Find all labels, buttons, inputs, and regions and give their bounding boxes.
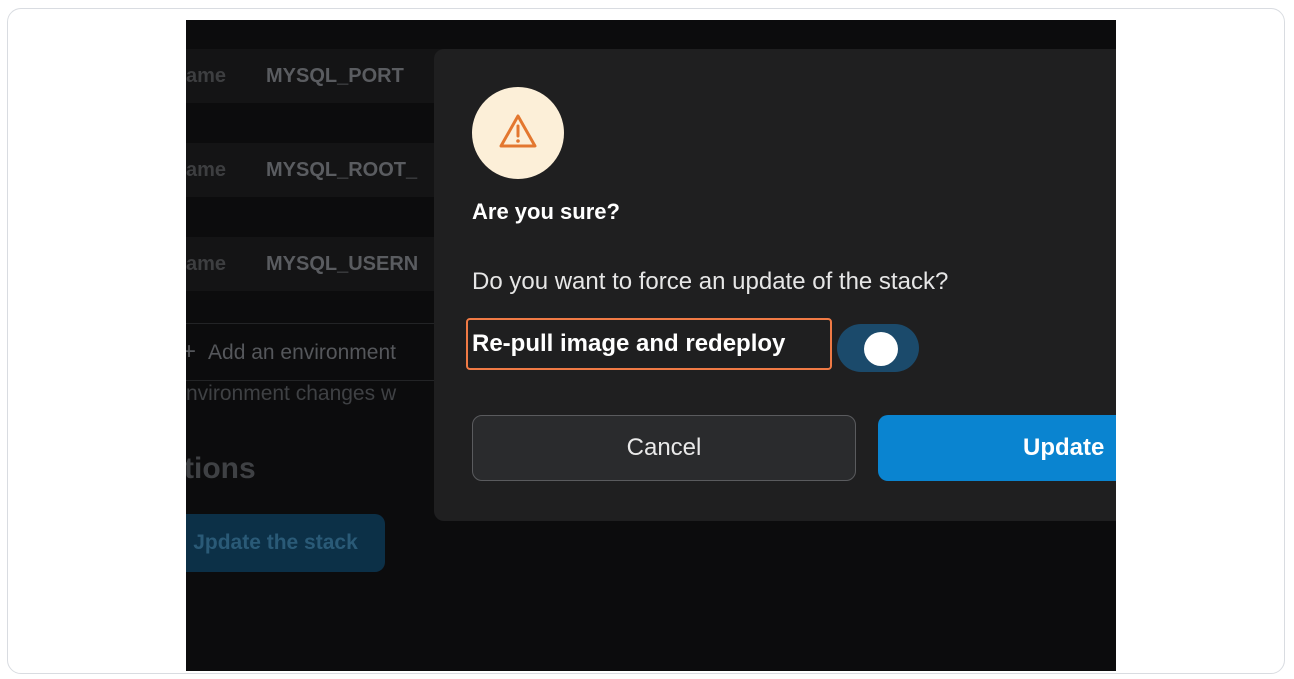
env-value-input[interactable]: MYSQL_USERN <box>244 237 444 291</box>
dialog-message: Do you want to force an update of the st… <box>472 268 949 295</box>
cancel-button[interactable]: Cancel <box>472 415 856 481</box>
confirm-dialog: Are you sure? Do you want to force an up… <box>434 49 1116 521</box>
env-name-input[interactable]: ame <box>186 49 244 103</box>
env-value-input[interactable]: MYSQL_PORT <box>244 49 444 103</box>
plus-icon: + <box>186 338 197 365</box>
toggle-knob <box>864 332 898 366</box>
warning-badge <box>472 87 564 179</box>
env-value-input[interactable]: MYSQL_ROOT_ <box>244 143 444 197</box>
add-environment-button[interactable]: + Add an environment <box>186 323 446 381</box>
env-name-input[interactable]: ame <box>186 143 244 197</box>
dialog-title: Are you sure? <box>472 199 620 224</box>
update-stack-button[interactable]: Jpdate the stack <box>186 514 385 572</box>
warning-triangle-icon <box>498 113 538 154</box>
add-environment-label: Add an environment <box>208 341 396 364</box>
app-viewport: ame MYSQL_PORT ame MYSQL_ROOT_ ame MYSQL… <box>186 20 1116 671</box>
environment-note: nvironment changes w <box>186 382 397 405</box>
actions-heading: tions <box>186 452 256 485</box>
update-button[interactable]: Update <box>878 415 1116 481</box>
repull-toggle-label: Re-pull image and redeploy <box>472 330 786 357</box>
env-name-input[interactable]: ame <box>186 237 244 291</box>
repull-toggle[interactable] <box>837 324 919 372</box>
